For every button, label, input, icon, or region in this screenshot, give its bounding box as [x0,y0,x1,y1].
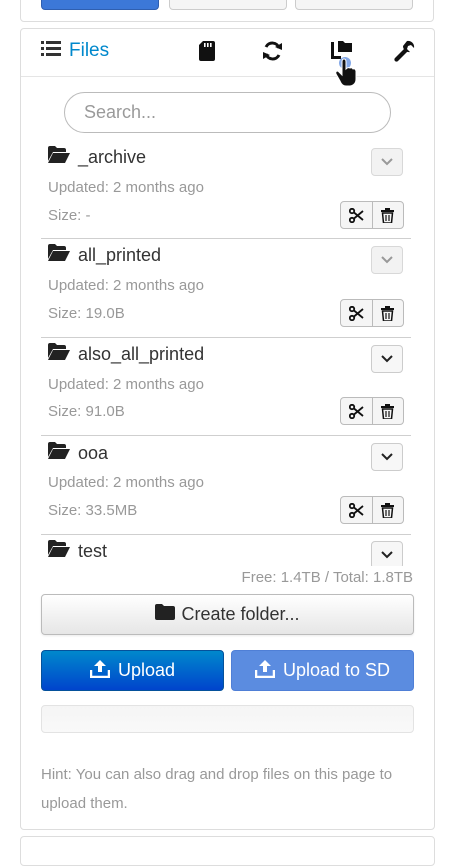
trash-icon [381,403,395,419]
cut-button[interactable] [341,497,372,523]
delete-button[interactable] [371,300,404,326]
chevron-down-icon [381,256,393,264]
delete-button[interactable] [371,497,404,523]
file-size: Size: - [48,207,91,224]
files-tab[interactable]: Files [41,38,109,64]
cut-button[interactable] [341,398,372,424]
file-updated: Updated: 2 months ago [48,376,204,393]
storage-info: Free: 1.4TB / Total: 1.8TB [241,569,413,586]
create-folder-button[interactable]: Create folder... [41,594,414,635]
folder-name[interactable]: test [48,540,107,562]
search-input[interactable] [64,92,391,133]
item-actions [340,496,404,524]
previous-panel-button[interactable] [295,0,413,10]
file-updated: Updated: 2 months ago [48,474,204,491]
refresh-icon[interactable] [259,38,285,64]
cut-button[interactable] [341,300,372,326]
delete-button[interactable] [371,398,404,424]
file-updated: Updated: 2 months ago [48,179,204,196]
file-list-item[interactable]: test [41,540,411,566]
list-icon [41,40,61,63]
scissors-icon [348,305,364,321]
upload-to-sd-button[interactable]: Upload to SD [231,650,414,691]
item-dropdown-button[interactable] [371,246,403,274]
folder-name[interactable]: also_all_printed [48,343,204,365]
file-list-item[interactable]: also_all_printed Updated: 2 months ago S… [41,343,411,436]
chevron-down-icon [381,551,393,559]
folder-icon [155,604,176,625]
folder-name[interactable]: ooa [48,442,108,464]
upload-icon [89,659,111,683]
file-list-item[interactable]: all_printed Updated: 2 months ago Size: … [41,244,411,338]
folder-name[interactable]: _archive [48,146,146,168]
wrench-icon[interactable] [391,38,417,64]
pointer-cursor-icon [334,56,360,88]
file-size: Size: 33.5MB [48,502,138,519]
item-actions [340,397,404,425]
folder-name[interactable]: all_printed [48,244,161,266]
item-dropdown-button[interactable] [371,148,403,176]
file-size: Size: 19.0B [48,305,125,322]
previous-panel-button[interactable] [169,0,287,10]
folder-open-icon [48,540,70,562]
upload-icon [254,659,276,683]
file-size: Size: 91.0B [48,403,125,420]
item-dropdown-button[interactable] [371,541,403,566]
trash-icon [381,305,395,321]
files-tab-label: Files [69,40,110,61]
item-actions [340,201,404,229]
folder-open-icon [48,146,70,168]
drag-drop-hint: Hint: You can also drag and drop files o… [41,766,393,812]
scissors-icon [348,403,364,419]
scissors-icon [348,207,364,223]
chevron-down-icon [381,158,393,166]
previous-panel-primary-button[interactable] [41,0,159,10]
upload-button[interactable]: Upload [41,650,224,691]
sd-card-icon[interactable] [194,38,220,64]
folder-open-icon [48,244,70,266]
trash-icon [381,207,395,223]
file-list-item[interactable]: ooa Updated: 2 months ago Size: 33.5MB [41,442,411,535]
next-panel [20,836,435,866]
file-updated: Updated: 2 months ago [48,277,204,294]
folder-open-icon [48,343,70,365]
upload-progress-bar [41,705,414,733]
item-actions [340,299,404,327]
cut-button[interactable] [341,202,372,228]
file-list-item[interactable]: _archive Updated: 2 months ago Size: - [41,146,411,239]
scissors-icon [348,502,364,518]
folder-open-icon [48,442,70,464]
chevron-down-icon [381,355,393,363]
trash-icon [381,502,395,518]
chevron-down-icon [381,453,393,461]
item-dropdown-button[interactable] [371,345,403,373]
delete-button[interactable] [371,202,404,228]
item-dropdown-button[interactable] [371,443,403,471]
